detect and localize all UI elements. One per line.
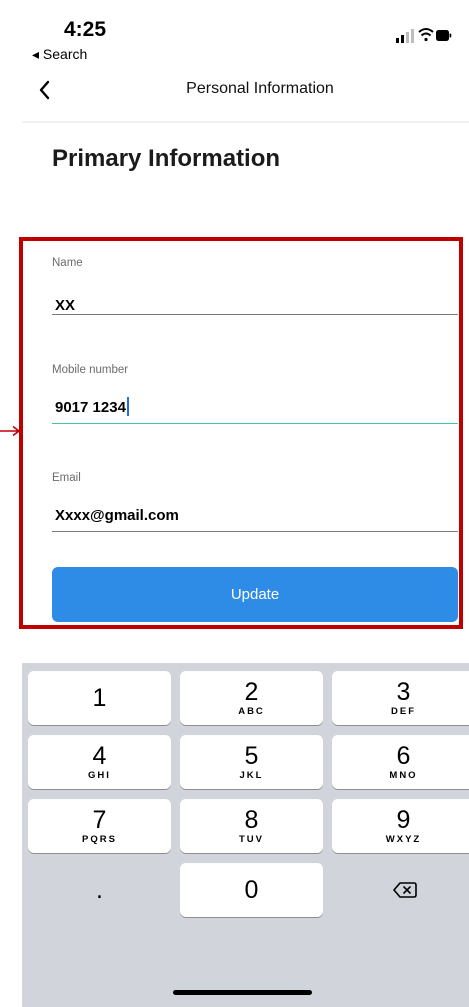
- key-digit: 2: [244, 678, 259, 706]
- key-digit: 6: [396, 742, 411, 770]
- nav-divider: [22, 121, 469, 123]
- key-letters: GHI: [88, 770, 111, 781]
- signal-icon: [396, 29, 414, 43]
- key-digit: 9: [396, 806, 411, 834]
- backspace-key[interactable]: [332, 863, 469, 917]
- backspace-icon: [393, 882, 417, 898]
- key-7[interactable]: 7 PQRS: [28, 799, 171, 853]
- back-chevron-icon[interactable]: [36, 74, 64, 106]
- key-8[interactable]: 8 TUV: [180, 799, 323, 853]
- nav-title: Personal Information: [186, 80, 334, 97]
- status-icons: [396, 28, 452, 43]
- key-digit: .: [96, 876, 103, 904]
- key-1[interactable]: 1: [28, 671, 171, 725]
- key-digit: 4: [92, 742, 107, 770]
- key-letters: PQRS: [82, 834, 117, 845]
- key-digit: 7: [92, 806, 107, 834]
- key-digit: 0: [244, 876, 259, 904]
- key-5[interactable]: 5 JKL: [180, 735, 323, 789]
- back-to-app-link[interactable]: ◂ Search: [32, 46, 87, 63]
- key-letters: WXYZ: [385, 834, 422, 845]
- home-indicator[interactable]: [173, 990, 312, 995]
- key-letters: JKL: [239, 770, 264, 781]
- status-time: 4:25: [64, 18, 107, 41]
- key-3[interactable]: 3 DEF: [332, 671, 469, 725]
- arrow-icon: [0, 425, 21, 437]
- key-9[interactable]: 9 WXYZ: [332, 799, 469, 853]
- key-dot[interactable]: .: [28, 863, 171, 917]
- key-digit: 8: [244, 806, 259, 834]
- key-letters: MNO: [389, 770, 418, 781]
- wifi-icon: [418, 28, 434, 42]
- key-4[interactable]: 4 GHI: [28, 735, 171, 789]
- key-letters: TUV: [239, 834, 264, 845]
- numeric-keypad: 1 2 ABC 3 DEF 4 GHI 5 JKL 6 MNO 7 PQRS 8…: [22, 663, 469, 1007]
- highlight-box: [19, 237, 463, 629]
- key-digit: 3: [396, 678, 411, 706]
- page-heading: Primary Information: [52, 145, 281, 172]
- key-0[interactable]: 0: [180, 863, 323, 917]
- key-digit: 1: [92, 684, 107, 712]
- key-letters: ABC: [238, 706, 265, 717]
- key-digit: 5: [244, 742, 259, 770]
- key-letters: DEF: [391, 706, 416, 717]
- key-6[interactable]: 6 MNO: [332, 735, 469, 789]
- key-2[interactable]: 2 ABC: [180, 671, 323, 725]
- battery-icon: [436, 30, 452, 41]
